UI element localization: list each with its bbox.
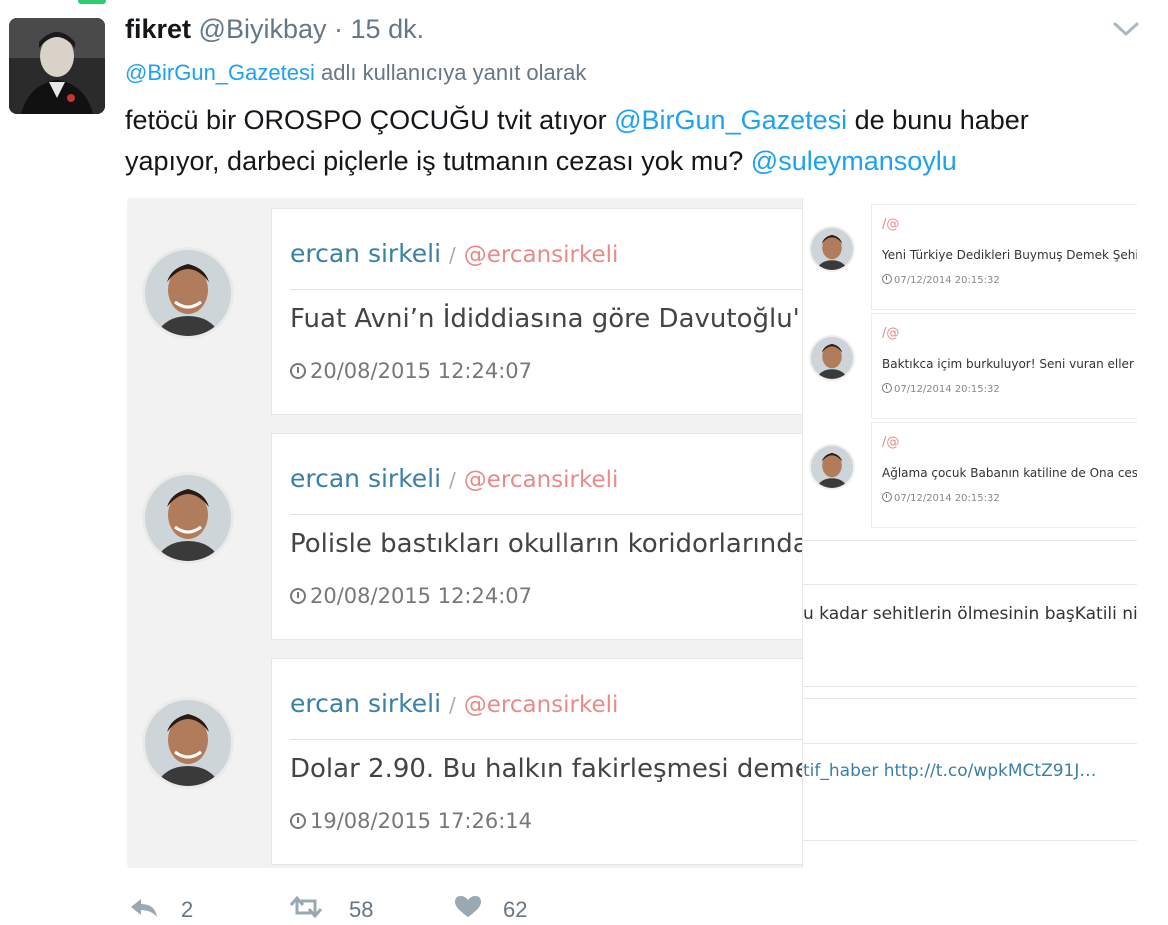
reply-to-label: adlı kullanıcıya yanıt olarak <box>320 60 587 85</box>
list-item: ercan sirkeli / @ercansirkeli Dolar 2.90… <box>271 658 867 865</box>
tweet-text: fetöcü bir OROSPO ÇOCUĞU tvit atıyor @Bi… <box>125 100 1125 182</box>
clock-icon <box>882 492 892 502</box>
clock-icon <box>290 588 306 604</box>
reply-to-link[interactable]: @BirGun_Gazetesi <box>125 60 315 85</box>
mini-text: Ağlama çocuk Babanın katiline de Ona ces… <box>882 466 1137 480</box>
person-avatar-icon <box>811 337 853 379</box>
post-text: Polisle bastıkları okulların koridorları… <box>290 529 863 559</box>
separator: / <box>449 468 456 492</box>
mini-date: 07/12/2014 20:15:32 <box>882 492 1000 504</box>
post-text: Dolar 2.90. Bu halkın fakirleşmesi demek… <box>290 754 868 784</box>
separator: / <box>449 243 456 267</box>
clock-icon <box>290 363 306 379</box>
post-date: 20/08/2015 12:24:07 <box>290 584 532 608</box>
mini-date: 07/12/2014 20:15:32 <box>882 383 1000 395</box>
divider <box>290 289 832 290</box>
reply-context: @BirGun_Gazetesi adlı kullanıcıya yanıt … <box>125 60 586 86</box>
mini-text: Yeni Türkiye Dedikleri Buymuş Demek Şehi… <box>882 248 1137 262</box>
author-handle: @ercansirkeli <box>463 467 619 493</box>
reply-count: 2 <box>181 897 194 922</box>
retweet-button[interactable] <box>287 895 325 925</box>
post-date-value: 20/08/2015 12:24:07 <box>310 584 533 608</box>
mini-date: 07/12/2014 20:15:32 <box>882 274 1000 286</box>
tweet-timestamp[interactable]: 15 dk. <box>351 14 425 44</box>
mention-link[interactable]: @suleymansoylu <box>751 146 957 176</box>
author-line: ercan sirkeli / @ercansirkeli <box>290 464 618 493</box>
reply-icon <box>131 899 157 917</box>
mini-date-value: 07/12/2014 20:15:32 <box>894 275 1000 286</box>
status-tab-indicator <box>78 0 106 4</box>
divider <box>803 686 1137 687</box>
separator-dot: · <box>334 14 344 44</box>
post-text: Fuat Avni’n İdiddiasına göre Davutoğlu'n… <box>290 304 874 334</box>
divider <box>803 584 1137 585</box>
author-name: ercan sirkeli <box>290 464 442 493</box>
reply-button[interactable] <box>127 895 159 925</box>
post-date-value: 20/08/2015 12:24:07 <box>310 359 533 383</box>
avatar[interactable] <box>9 18 105 114</box>
person-avatar-icon <box>145 250 231 336</box>
divider <box>803 698 1137 699</box>
separator: / <box>449 693 456 717</box>
divider <box>803 840 1137 841</box>
mini-date-value: 07/12/2014 20:15:32 <box>894 493 1000 504</box>
author-name: ercan sirkeli <box>290 689 442 718</box>
retweet-icon <box>289 895 323 919</box>
list-item: /@ Ağlama çocuk Babanın katiline de Ona … <box>871 422 1137 528</box>
fragment-text: u kadar sehitlerin ölmesinin başKatili n… <box>803 604 1137 624</box>
screenshot-left-panel: ercan sirkeli / @ercansirkeli Fuat Avni’… <box>127 198 873 868</box>
attached-image[interactable]: ercan sirkeli / @ercansirkeli Fuat Avni’… <box>127 198 1137 868</box>
person-avatar-icon <box>811 228 853 270</box>
fragment-link: tif_haber http://t.co/wpkMCtZ91J… <box>803 761 1097 781</box>
screenshot-right-panel: /@ Yeni Türkiye Dedikleri Buymuş Demek Ş… <box>802 198 1137 868</box>
divider <box>290 514 832 515</box>
mini-date-value: 07/12/2014 20:15:32 <box>894 384 1000 395</box>
author-line: ercan sirkeli / @ercansirkeli <box>290 689 618 718</box>
author-name: ercan sirkeli <box>290 239 442 268</box>
list-item: /@ Yeni Türkiye Dedikleri Buymuş Demek Ş… <box>871 204 1137 310</box>
heart-icon <box>455 896 481 917</box>
tweet-header: fikret @Biyikbay · 15 dk. <box>125 14 424 45</box>
mention-link[interactable]: @BirGun_Gazetesi <box>614 105 847 135</box>
user-handle[interactable]: @Biyikbay <box>199 14 327 44</box>
like-count: 62 <box>503 897 528 922</box>
post-date: 19/08/2015 17:26:14 <box>290 809 532 833</box>
divider <box>803 540 1137 541</box>
mini-text: Baktıkca içim burkuluyor! Seni vuran ell… <box>882 357 1137 371</box>
divider <box>803 743 1137 744</box>
clock-icon <box>882 383 892 393</box>
person-avatar-icon <box>145 700 231 786</box>
mini-handle: /@ <box>882 435 900 450</box>
person-avatar-icon <box>811 446 853 488</box>
list-item: ercan sirkeli / @ercansirkeli Polisle ba… <box>271 433 863 640</box>
retweet-count: 58 <box>349 897 374 922</box>
post-date: 20/08/2015 12:24:07 <box>290 359 532 383</box>
author-handle: @ercansirkeli <box>463 242 619 268</box>
author-handle: @ercansirkeli <box>463 692 619 718</box>
list-item: /@ Baktıkca içim burkuluyor! Seni vuran … <box>871 313 1137 419</box>
list-item: ercan sirkeli / @ercansirkeli Fuat Avni’… <box>271 208 873 415</box>
divider <box>290 739 832 740</box>
profile-photo-icon <box>9 18 105 114</box>
like-button[interactable] <box>453 895 483 925</box>
display-name[interactable]: fikret <box>125 14 191 44</box>
mini-handle: /@ <box>882 217 900 232</box>
chevron-down-icon[interactable] <box>1112 18 1140 40</box>
clock-icon <box>882 274 892 284</box>
person-avatar-icon <box>145 475 231 561</box>
post-date-value: 19/08/2015 17:26:14 <box>310 809 533 833</box>
clock-icon <box>290 813 306 829</box>
author-line: ercan sirkeli / @ercansirkeli <box>290 239 618 268</box>
mini-handle: /@ <box>882 326 900 341</box>
tweet-text-part: fetöcü bir OROSPO ÇOCUĞU tvit atıyor <box>125 105 615 135</box>
